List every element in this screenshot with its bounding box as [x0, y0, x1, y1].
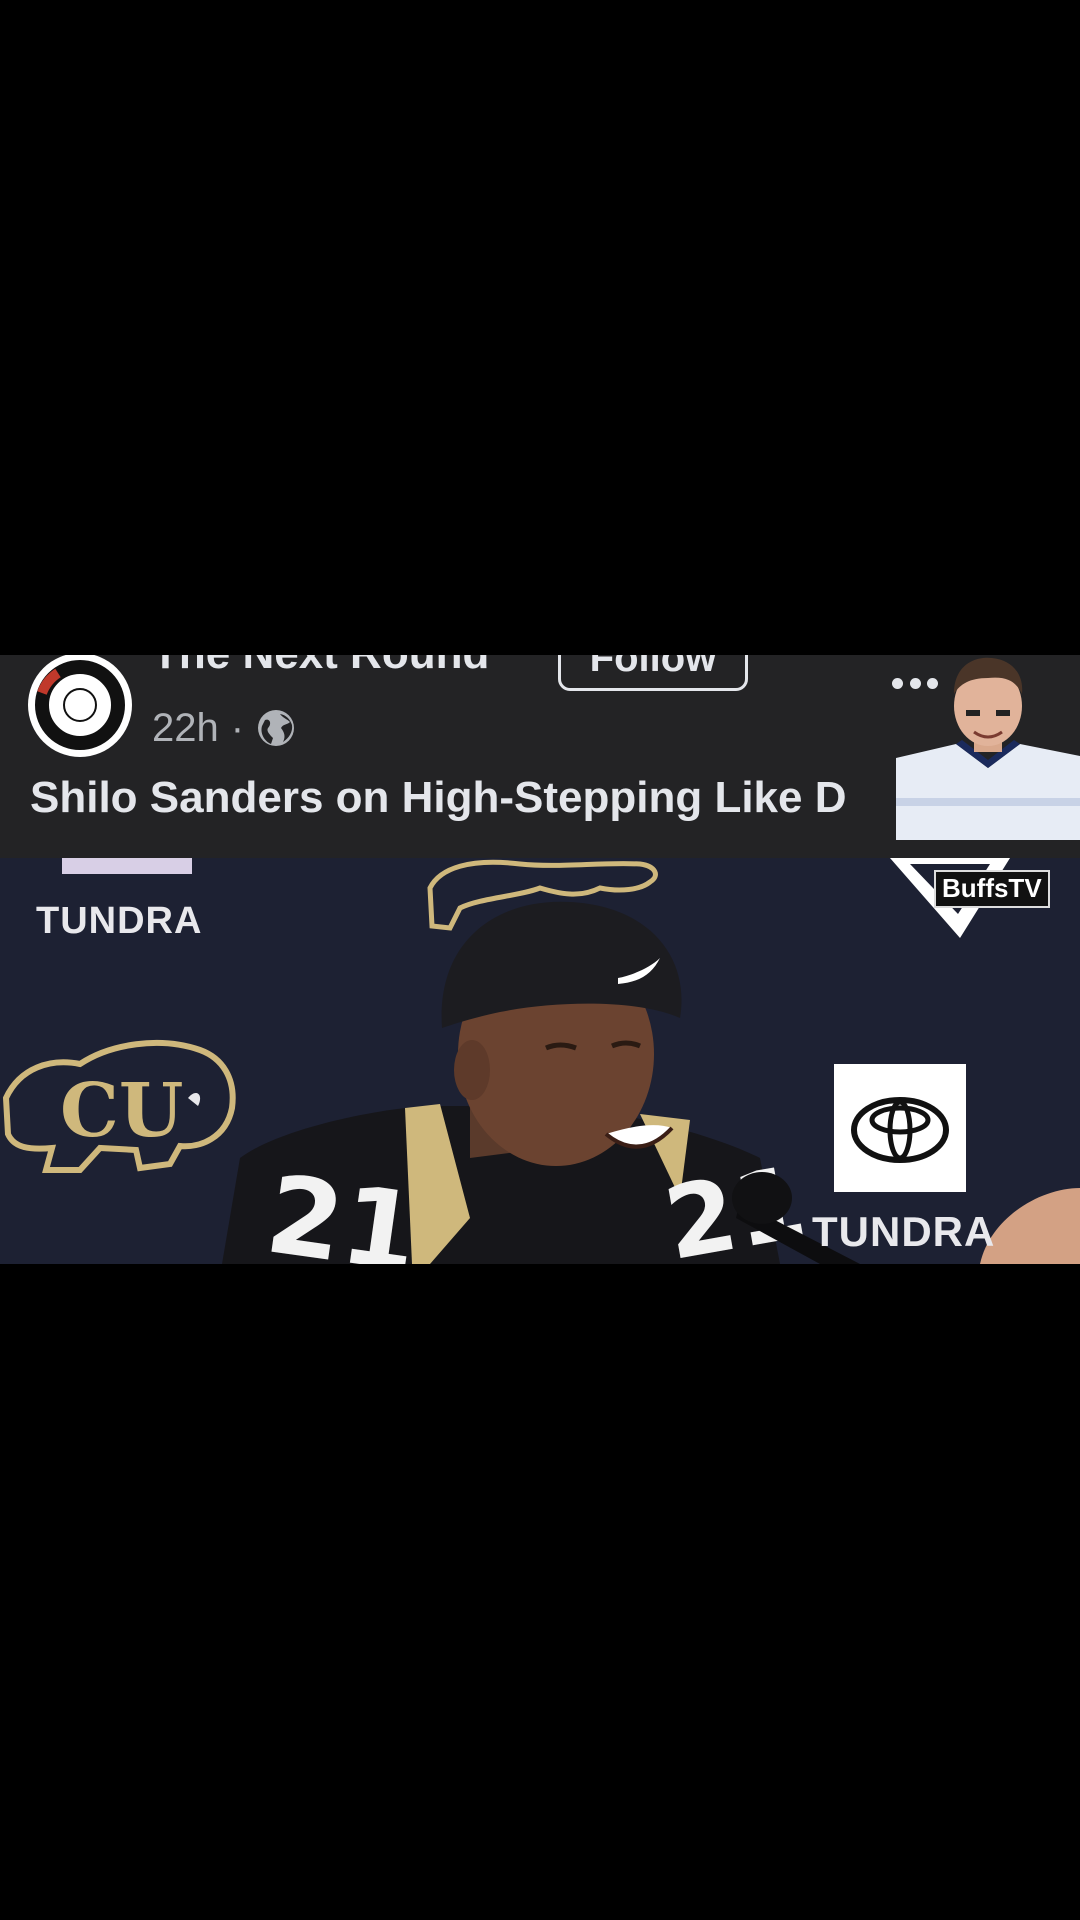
post-meta: 22h ·	[152, 703, 296, 753]
page-name[interactable]: The Next Round	[152, 655, 489, 679]
svg-text:21: 21	[259, 1152, 425, 1264]
meta-separator: ·	[230, 705, 245, 750]
post-title[interactable]: Shilo Sanders on High-Stepping Like D	[30, 773, 847, 823]
overlay-sticker-image	[896, 648, 1080, 840]
follow-button[interactable]: Follow	[558, 655, 748, 691]
sponsor-wordmark-right: TUNDRA	[812, 1208, 996, 1255]
globe-icon	[256, 708, 296, 748]
the-next-round-logo-icon	[30, 655, 130, 755]
page-avatar[interactable]	[28, 655, 132, 757]
sponsor-wordmark-left: TUNDRA	[36, 900, 203, 942]
screen: The Next Round Follow 22h · Shilo Sander…	[0, 0, 1080, 1920]
post-timestamp[interactable]: 22h	[152, 706, 219, 751]
channel-watermark: BuffsTV	[934, 870, 1050, 908]
video-player[interactable]: CU 21 21	[0, 858, 1080, 1264]
svg-text:CU: CU	[60, 1068, 183, 1154]
